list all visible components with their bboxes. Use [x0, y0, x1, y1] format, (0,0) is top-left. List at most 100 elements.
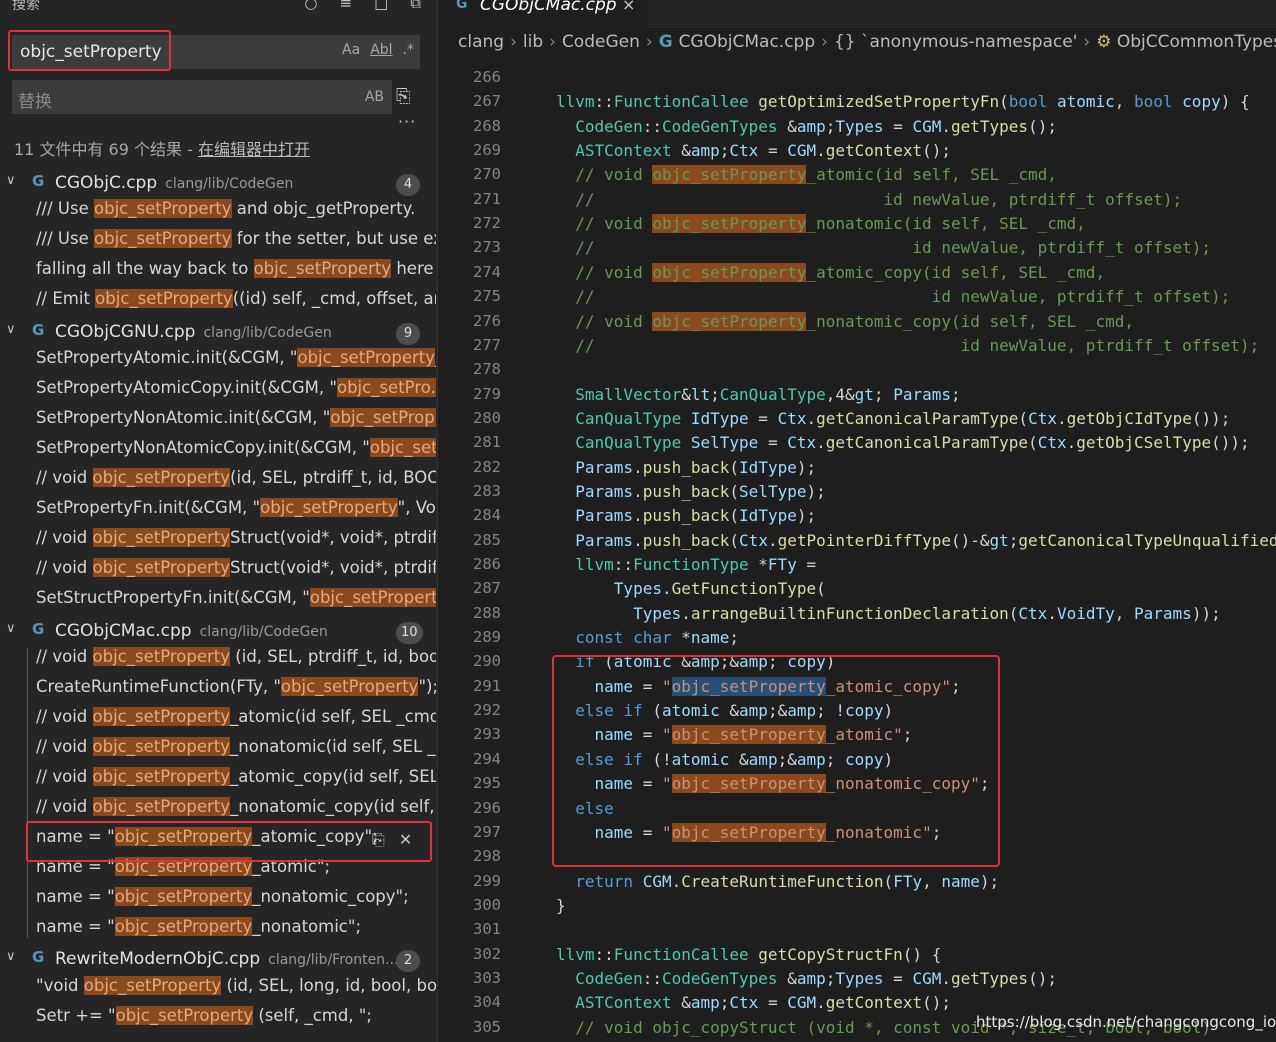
search-match-row[interactable]: Setr += "objc_setProperty (self, _cmd, "…	[36, 1006, 436, 1036]
search-match-row[interactable]: falling all the way back to objc_setProp…	[36, 259, 436, 289]
search-match-row[interactable]: SetStructPropertyFn.init(&CGM, "objc_set…	[36, 588, 436, 618]
match-suffix-text: ");	[418, 677, 436, 696]
chevron-down-icon[interactable]: ∨	[6, 173, 16, 188]
search-match-row[interactable]: // void objc_setProperty_atomic(id self,…	[36, 707, 436, 737]
match-suffix-text: Struct(void*, void*, ptrdiff_...	[230, 558, 436, 577]
breadcrumb-item[interactable]: clang	[458, 32, 504, 52]
chevron-right-icon: ›	[645, 32, 653, 52]
search-match-row[interactable]: // void objc_setPropertyStruct(void*, vo…	[36, 528, 436, 558]
file-result-header[interactable]: ∨ G RewriteModernObjC.cpp clang/lib/Front…	[0, 945, 437, 975]
file-result-header[interactable]: ∨ G CGObjCMac.cpp clang/lib/CodeGen 10	[0, 617, 437, 647]
chevron-down-icon[interactable]: ∨	[6, 949, 16, 964]
search-match-row[interactable]: SetPropertyNonAtomic.init(&CGM, "objc_se…	[36, 408, 436, 438]
more-options-icon[interactable]: ···	[398, 112, 416, 131]
search-match-row[interactable]: CreateRuntimeFunction(FTy, "objc_setProp…	[36, 677, 436, 707]
line-number: 294	[473, 749, 501, 768]
code-line: // id newValue, ptrdiff_t offset);	[575, 189, 1183, 209]
open-in-editor-link[interactable]: 在编辑器中打开	[198, 140, 310, 159]
match-prefix-text: SetPropertyAtomic.init(&CGM, "	[36, 348, 298, 367]
class-icon: ⚙	[1096, 32, 1117, 52]
code-line: ASTContext &amp;Ctx = CGM.getContext();	[575, 993, 951, 1013]
code-line: CodeGen::CodeGenTypes &amp;Types = CGM.g…	[575, 968, 1057, 988]
replace-match-icon[interactable]: ⎘	[372, 830, 385, 850]
search-match-row[interactable]: name = "objc_setProperty_nonatomic_copy"…	[36, 887, 436, 917]
search-match-row[interactable]: // void objc_setProperty (id, SEL, ptrdi…	[36, 647, 436, 677]
search-match-row[interactable]: SetPropertyAtomic.init(&CGM, "objc_setPr…	[36, 348, 436, 378]
search-match-row[interactable]: SetPropertyAtomicCopy.init(&CGM, "objc_s…	[36, 378, 436, 408]
cpp-file-icon: G	[32, 172, 45, 190]
line-number: 268	[473, 116, 501, 135]
breadcrumb-item[interactable]: CGObjCMac.cpp	[679, 32, 816, 52]
clear-results-icon[interactable]: ≡	[340, 0, 353, 12]
match-highlight-text: objc_setProperty	[260, 498, 398, 517]
chevron-right-icon: ›	[1083, 32, 1091, 52]
search-match-row[interactable]: SetPropertyNonAtomicCopy.init(&CGM, "obj…	[36, 438, 436, 468]
file-name: CGObjCMac.cpp	[55, 621, 192, 641]
match-suffix-text: ((id) self, _cmd, offset, arg,	[232, 289, 436, 308]
file-result-header[interactable]: ∨ G CGObjCGNU.cpp clang/lib/CodeGen 9	[0, 318, 437, 348]
line-number: 299	[473, 871, 501, 890]
dismiss-match-icon[interactable]: ✕	[399, 830, 412, 850]
line-number: 269	[473, 141, 501, 160]
chevron-down-icon[interactable]: ∨	[6, 621, 16, 636]
new-search-editor-icon[interactable]: □	[374, 0, 388, 12]
code-line: Types.GetFunctionType(	[613, 579, 826, 599]
search-match-row[interactable]: // void objc_setProperty(id, SEL, ptrdif…	[36, 468, 436, 498]
match-highlight-text: objc_setProperty	[92, 647, 231, 666]
search-match-row[interactable]: name = "objc_setProperty_nonatomic";	[36, 917, 436, 947]
match-case-icon[interactable]: Aa	[342, 42, 360, 58]
line-number: 283	[473, 481, 501, 500]
breadcrumb-item[interactable]: {} `anonymous-namespace'	[834, 32, 1077, 52]
results-summary: 11 文件中有 69 个结果 - 在编辑器中打开	[14, 136, 310, 160]
match-prefix-text: // void	[36, 528, 93, 547]
search-input-highlight-box	[8, 30, 171, 71]
match-prefix-text: falling all the way back to	[36, 259, 254, 278]
match-highlight-text: objc_setProperty	[114, 917, 253, 936]
search-match-row[interactable]: SetPropertyFn.init(&CGM, "objc_setProper…	[36, 498, 436, 528]
cpp-file-icon: G	[32, 321, 45, 339]
line-number: 290	[473, 652, 501, 671]
refresh-icon[interactable]: ○	[304, 0, 317, 12]
search-match-row[interactable]: /// Use objc_setProperty and objc_getPro…	[36, 199, 436, 229]
line-number: 280	[473, 408, 501, 427]
match-prefix-text: SetStructPropertyFn.init(&CGM, "	[36, 588, 310, 607]
code-line: CanQualType SelType = Ctx.getCanonicalPa…	[575, 433, 1250, 453]
close-icon[interactable]: ×	[622, 0, 635, 14]
file-result-header[interactable]: ∨ G CGObjC.cpp clang/lib/CodeGen 4	[0, 169, 437, 199]
match-highlight-text: objc_setProperty	[94, 229, 232, 248]
match-highlight-text: objc_setProp...	[330, 408, 436, 427]
editor-tab[interactable]: G CGObjCMac.cpp ×	[438, 0, 648, 28]
search-match-row[interactable]: /// Use objc_setProperty for the setter,…	[36, 229, 436, 259]
line-number: 297	[473, 822, 501, 841]
preserve-case-icon[interactable]: AB	[365, 89, 384, 105]
file-name: RewriteModernObjC.cpp	[55, 949, 261, 969]
search-match-row[interactable]: // Emit objc_setProperty((id) self, _cmd…	[36, 289, 436, 319]
line-number: 298	[473, 847, 501, 866]
breadcrumb-item[interactable]: ObjCCommonTypes	[1117, 32, 1276, 52]
line-number: 292	[473, 701, 501, 720]
replace-all-icon[interactable]: ⎘	[396, 86, 410, 107]
match-suffix-text: _nonatomic(id self, SEL _c...	[230, 737, 436, 756]
match-prefix-text: // void	[36, 737, 93, 756]
breadcrumb-item[interactable]: lib	[523, 32, 543, 52]
chevron-down-icon[interactable]: ∨	[6, 322, 16, 337]
use-regex-icon[interactable]: .*	[403, 42, 414, 58]
search-match-row[interactable]: // void objc_setPropertyStruct(void*, vo…	[36, 558, 436, 588]
line-number: 293	[473, 725, 501, 744]
match-whole-word-icon[interactable]: Abl	[370, 42, 392, 58]
breadcrumb-item[interactable]: CodeGen	[562, 32, 640, 52]
collapse-all-icon[interactable]: ⧉	[410, 0, 421, 12]
search-match-row[interactable]: // void objc_setProperty_atomic_copy(id …	[36, 767, 436, 797]
match-prefix-text: // void	[36, 558, 93, 577]
match-count-badge: 10	[396, 622, 423, 644]
replace-input[interactable]: 替换 AB	[12, 80, 392, 114]
match-count-badge: 2	[396, 950, 420, 972]
code-line: // id newValue, ptrdiff_t offset);	[575, 335, 1260, 355]
search-match-row[interactable]: // void objc_setProperty_nonatomic(id se…	[36, 737, 436, 767]
line-number: 301	[473, 920, 501, 939]
match-suffix-text: (id, SEL, long, id, bool, boo...	[226, 976, 436, 995]
search-match-row[interactable]: "void objc_setProperty (id, SEL, long, i…	[36, 976, 436, 1006]
search-sidebar: 搜索 ○ ≡ □ ⧉ objc_setProperty Aa Abl .* 替换…	[0, 0, 437, 1042]
match-highlight-text: objc_setProperty	[92, 468, 231, 487]
match-highlight-text: objc_setProperty	[92, 797, 231, 816]
